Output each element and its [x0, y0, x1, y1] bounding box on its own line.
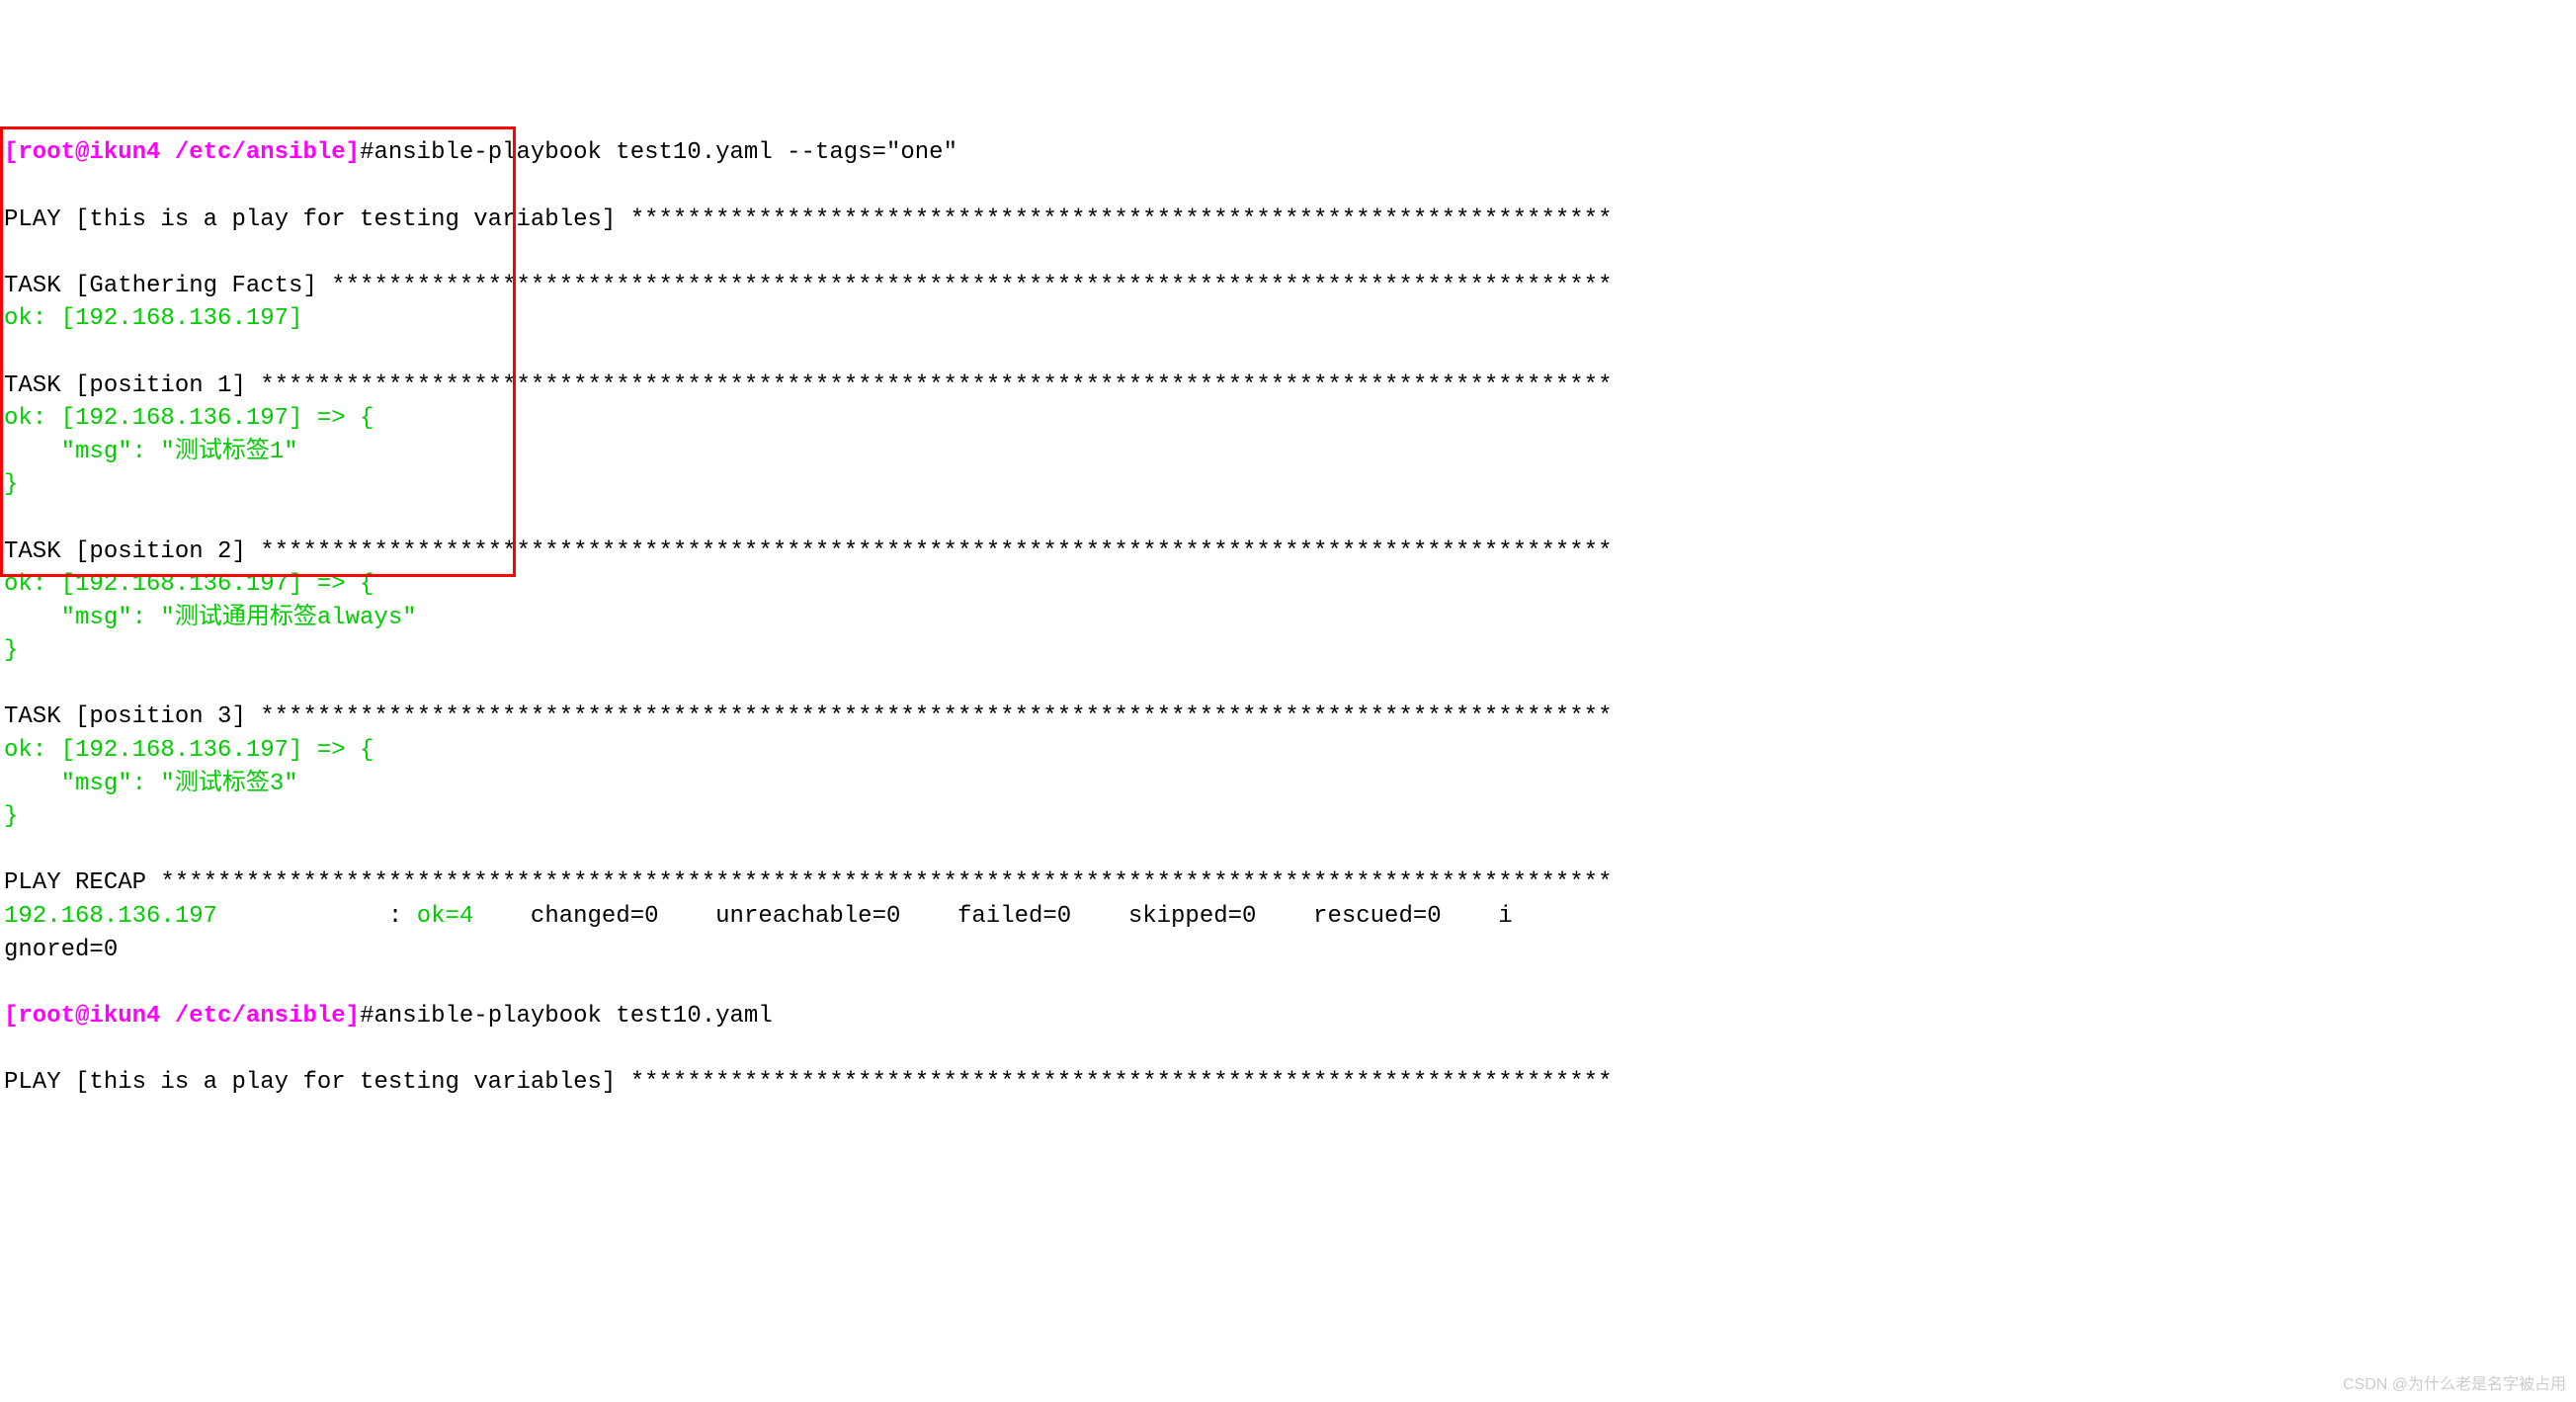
task3-ok-line2: "msg": "测试标签3" — [4, 771, 298, 797]
task1-ok-line3: } — [4, 471, 18, 498]
play-header: PLAY [this is a play for testing variabl… — [4, 206, 1612, 233]
recap-stats-1: changed=0 unreachable=0 failed=0 skipped… — [517, 903, 1513, 930]
play2-header: PLAY [this is a play for testing variabl… — [4, 1069, 1612, 1096]
task2-ok-line3: } — [4, 637, 18, 664]
task2-ok-line2: "msg": "测试通用标签always" — [4, 605, 417, 631]
watermark: CSDN @为什么老是名字被占用 — [2343, 1374, 2566, 1396]
recap-stats-2: gnored=0 — [4, 937, 118, 963]
prompt-hash-2: # — [360, 1003, 374, 1030]
task-gathering-facts: TASK [Gathering Facts] *****************… — [4, 273, 1612, 299]
recap-host: 192.168.136.197 — [4, 903, 217, 930]
prompt-hash: # — [360, 139, 374, 166]
task-position-3: TASK [position 3] **********************… — [4, 703, 1612, 730]
prompt-user-2: [root@ikun4 /etc/ansible] — [4, 1003, 360, 1030]
task3-ok-line1: ok: [192.168.136.197] => { — [4, 737, 374, 764]
task1-ok-line2: "msg": "测试标签1" — [4, 439, 298, 465]
terminal-output[interactable]: [root@ikun4 /etc/ansible]#ansible-playbo… — [0, 132, 2576, 1103]
recap-sep: : — [217, 903, 417, 930]
command-2: ansible-playbook test10.yaml — [374, 1003, 772, 1030]
task3-ok-line3: } — [4, 803, 18, 830]
recap-ok: ok=4 — [417, 903, 517, 930]
task1-ok-line1: ok: [192.168.136.197] => { — [4, 405, 374, 432]
command-1: ansible-playbook test10.yaml --tags="one… — [374, 139, 957, 166]
play-recap-header: PLAY RECAP *****************************… — [4, 869, 1612, 896]
task-position-2: TASK [position 2] **********************… — [4, 538, 1612, 565]
prompt-user: [root@ikun4 /etc/ansible] — [4, 139, 360, 166]
task-position-1: TASK [position 1] **********************… — [4, 372, 1612, 399]
task2-ok-line1: ok: [192.168.136.197] => { — [4, 571, 374, 598]
gather-ok: ok: [192.168.136.197] — [4, 305, 302, 332]
